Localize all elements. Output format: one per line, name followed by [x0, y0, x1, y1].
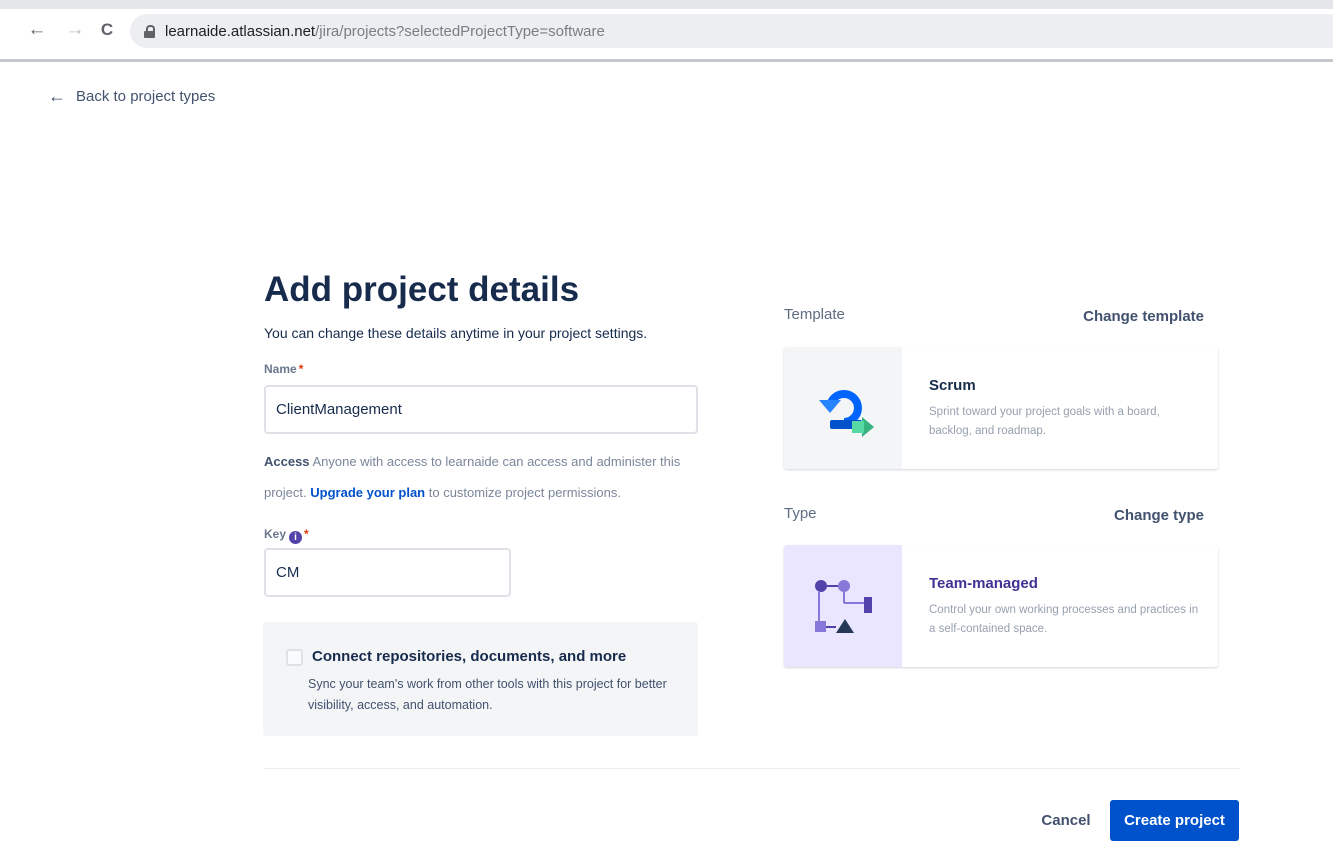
- browser-forward-icon[interactable]: →: [62, 17, 88, 43]
- connect-description: Sync your team's work from other tools w…: [308, 677, 667, 712]
- url-host: learnaide.atlassian.net: [165, 22, 316, 40]
- key-label-text: Key: [264, 527, 287, 541]
- arrow-left-icon: ←: [48, 86, 66, 106]
- cancel-button[interactable]: Cancel: [1030, 800, 1102, 841]
- access-label: Access: [264, 454, 310, 469]
- browser-toolbar: ← → C learnaide.atlassian.net/jira/proje…: [0, 0, 1333, 62]
- page-subtitle: You can change these details anytime in …: [264, 325, 648, 341]
- required-asterisk: *: [304, 527, 309, 541]
- access-text-suffix: to customize project permissions.: [428, 485, 621, 500]
- back-to-project-types-link[interactable]: ← Back to project types: [48, 86, 215, 107]
- template-card[interactable]: Scrum Sprint toward your project goals w…: [784, 347, 1218, 469]
- footer-divider: [264, 768, 1240, 769]
- template-description: Sprint toward your project goals with a …: [929, 406, 1160, 437]
- back-link-label: Back to project types: [76, 88, 216, 105]
- name-label: Name *: [264, 362, 303, 376]
- url-text[interactable]: learnaide.atlassian.net/jira/projects?se…: [165, 23, 605, 40]
- browser-reload-icon[interactable]: C: [94, 17, 120, 43]
- change-template-button[interactable]: Change template: [1083, 308, 1204, 325]
- type-description: Control your own working processes and p…: [929, 604, 1199, 635]
- template-name: Scrum: [929, 377, 976, 394]
- upgrade-plan-link[interactable]: Upgrade your plan: [310, 485, 425, 500]
- info-icon[interactable]: i: [289, 531, 303, 544]
- connect-title: Connect repositories, documents, and mor…: [312, 648, 627, 665]
- type-name: Team-managed: [929, 575, 1038, 592]
- address-bar[interactable]: learnaide.atlassian.net/jira/projects?se…: [130, 14, 1333, 48]
- access-description: Access Anyone with access to learnaide c…: [264, 446, 704, 508]
- team-managed-icon: [784, 545, 902, 667]
- lock-icon: [144, 24, 155, 38]
- browser-back-icon[interactable]: ←: [24, 17, 50, 43]
- change-type-button[interactable]: Change type: [1114, 507, 1204, 524]
- url-path: /jira/projects?selectedProjectType=softw…: [315, 22, 605, 40]
- page-title: Add project details: [264, 270, 580, 309]
- connect-checkbox[interactable]: [286, 649, 303, 666]
- project-key-input[interactable]: [264, 548, 511, 597]
- create-project-button[interactable]: Create project: [1110, 800, 1239, 841]
- project-name-input[interactable]: [264, 385, 698, 434]
- template-section-label: Template: [784, 306, 845, 323]
- type-section-label: Type: [784, 505, 817, 522]
- name-label-text: Name: [264, 362, 297, 376]
- key-label: Key i *: [264, 527, 309, 544]
- connect-tools-panel: Connect repositories, documents, and mor…: [263, 622, 698, 736]
- required-asterisk: *: [298, 362, 304, 376]
- type-card[interactable]: Team-managed Control your own working pr…: [784, 545, 1218, 667]
- scrum-cycle-icon: [784, 347, 902, 469]
